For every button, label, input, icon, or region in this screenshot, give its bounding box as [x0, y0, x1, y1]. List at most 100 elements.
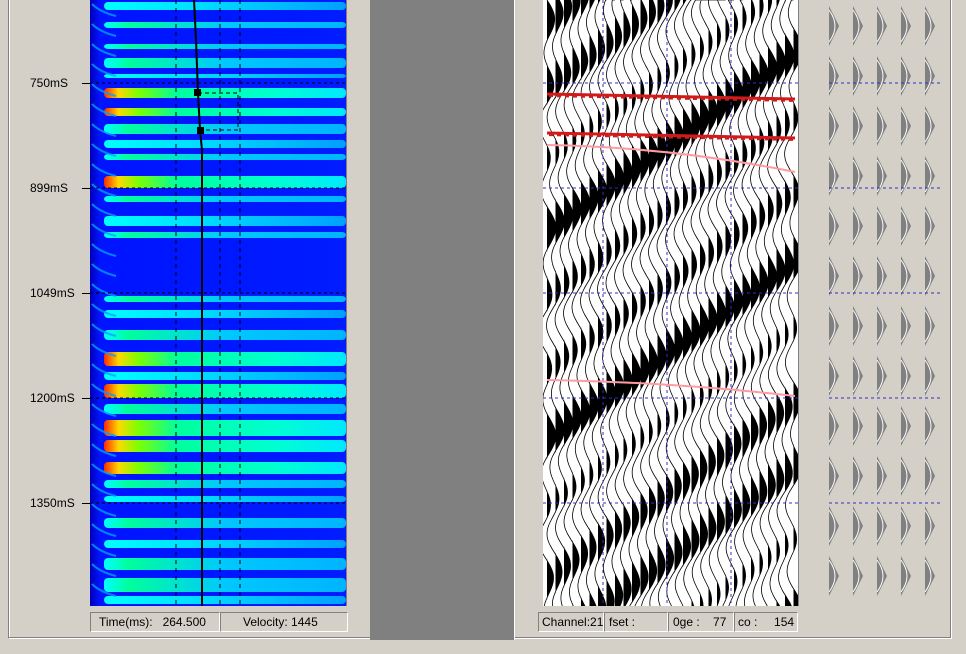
horizon-marker: [605, 133, 609, 138]
horizon-marker: [597, 133, 601, 138]
horizon-marker: [701, 96, 705, 101]
trace-fill: [691, 0, 701, 606]
semblance-band: [104, 420, 346, 436]
trace-wiggle: [775, 0, 795, 606]
horizon-marker: [781, 97, 785, 102]
horizon-marker: [653, 95, 657, 100]
horizon-marker: [725, 135, 729, 140]
horizon-marker: [669, 95, 673, 100]
horizon-marker: [597, 94, 601, 99]
horizon-marker: [629, 133, 633, 138]
trace-fill: [623, 0, 633, 606]
trace-fill: [615, 0, 624, 606]
horizon-marker: [549, 132, 553, 137]
semblance-curve: [91, 263, 117, 277]
trace-wiggle: [682, 0, 701, 606]
horizon-marker: [637, 94, 641, 99]
trace-wiggle: [767, 0, 786, 606]
horizon-line: [546, 379, 796, 397]
horizon-marker: [573, 132, 577, 137]
nmo-model-panel[interactable]: [829, 0, 942, 606]
channel-readout: Channel:21: [538, 612, 604, 632]
semblance-curve: [91, 283, 117, 297]
horizon-marker: [645, 134, 649, 139]
semblance-band: [104, 440, 346, 452]
semblance-band: [104, 372, 346, 380]
co-readout: co : 154: [734, 612, 798, 632]
gather-traces[interactable]: [543, 0, 798, 606]
horizon-marker: [765, 136, 769, 141]
semblance-band: [104, 404, 346, 414]
semblance-band: [104, 232, 346, 238]
horizon-marker: [693, 95, 697, 100]
trace-wiggle: [665, 0, 684, 606]
horizon-marker: [733, 135, 737, 140]
semblance-band: [104, 310, 346, 318]
horizon-marker: [589, 132, 593, 137]
range-readout: 0ge : 77: [668, 612, 734, 632]
trace-wiggle: [605, 0, 625, 606]
horizon-marker: [637, 133, 641, 138]
horizon-marker: [677, 95, 681, 100]
semblance-band: [104, 518, 346, 528]
offset-readout: fset :: [604, 612, 668, 632]
semblance-band: [104, 296, 346, 302]
horizon-marker: [621, 133, 625, 138]
horizon-marker: [629, 94, 633, 99]
semblance-band: [104, 596, 346, 604]
horizon-marker: [661, 95, 665, 100]
horizon-marker: [789, 136, 793, 141]
horizon-marker: [741, 96, 745, 101]
trace-wiggle: [673, 0, 693, 606]
horizon-marker: [669, 134, 673, 139]
trace-fill: [751, 0, 760, 606]
horizon-marker: [565, 132, 569, 137]
semblance-band: [104, 108, 346, 116]
trace-fill: [759, 0, 769, 606]
horizon-marker: [661, 134, 665, 139]
horizon-marker: [573, 93, 577, 98]
horizon-marker: [565, 93, 569, 98]
horizon-marker: [773, 97, 777, 102]
horizon-marker: [589, 93, 593, 98]
trace-fill: [683, 0, 692, 606]
semblance-band: [104, 176, 346, 188]
semblance-band: [104, 140, 346, 148]
semblance-band: [104, 540, 346, 548]
horizon-marker: [693, 134, 697, 139]
model-traces: [829, 6, 942, 596]
pick-marker: [194, 89, 201, 96]
semblance-band: [104, 196, 346, 202]
horizon-marker: [773, 136, 777, 141]
horizon-marker: [557, 93, 561, 98]
horizon-marker: [613, 94, 617, 99]
horizon-marker: [757, 136, 761, 141]
horizon-marker: [613, 133, 617, 138]
pick-marker: [197, 127, 204, 134]
semblance-band: [104, 496, 346, 502]
horizon-marker: [765, 97, 769, 102]
velocity-readout: Velocity: 1445: [220, 612, 348, 632]
trace-fill: [640, 0, 650, 606]
trace-wiggle: [588, 0, 608, 606]
time-tick-label: 1049mS: [30, 286, 75, 300]
time-tick-label: 1200mS: [30, 391, 75, 405]
velocity-semblance-panel[interactable]: [90, 0, 347, 606]
trace-fill: [793, 0, 798, 606]
semblance-band: [104, 558, 346, 570]
horizon-marker: [717, 96, 721, 101]
horizon-marker: [789, 97, 793, 102]
semblance-band: [104, 22, 346, 28]
horizon-marker: [677, 134, 681, 139]
semblance-band: [104, 578, 346, 592]
seismic-gather-panel[interactable]: [543, 0, 799, 606]
horizon-marker: [725, 96, 729, 101]
semblance-overlay[interactable]: [90, 0, 346, 606]
horizon-marker: [653, 134, 657, 139]
semblance-band: [104, 58, 346, 68]
time-tick-mark: [82, 83, 90, 84]
trace-wiggle: [784, 0, 798, 597]
horizon-marker: [709, 135, 713, 140]
time-tick-label: 1350mS: [30, 496, 75, 510]
horizon-marker: [781, 136, 785, 141]
